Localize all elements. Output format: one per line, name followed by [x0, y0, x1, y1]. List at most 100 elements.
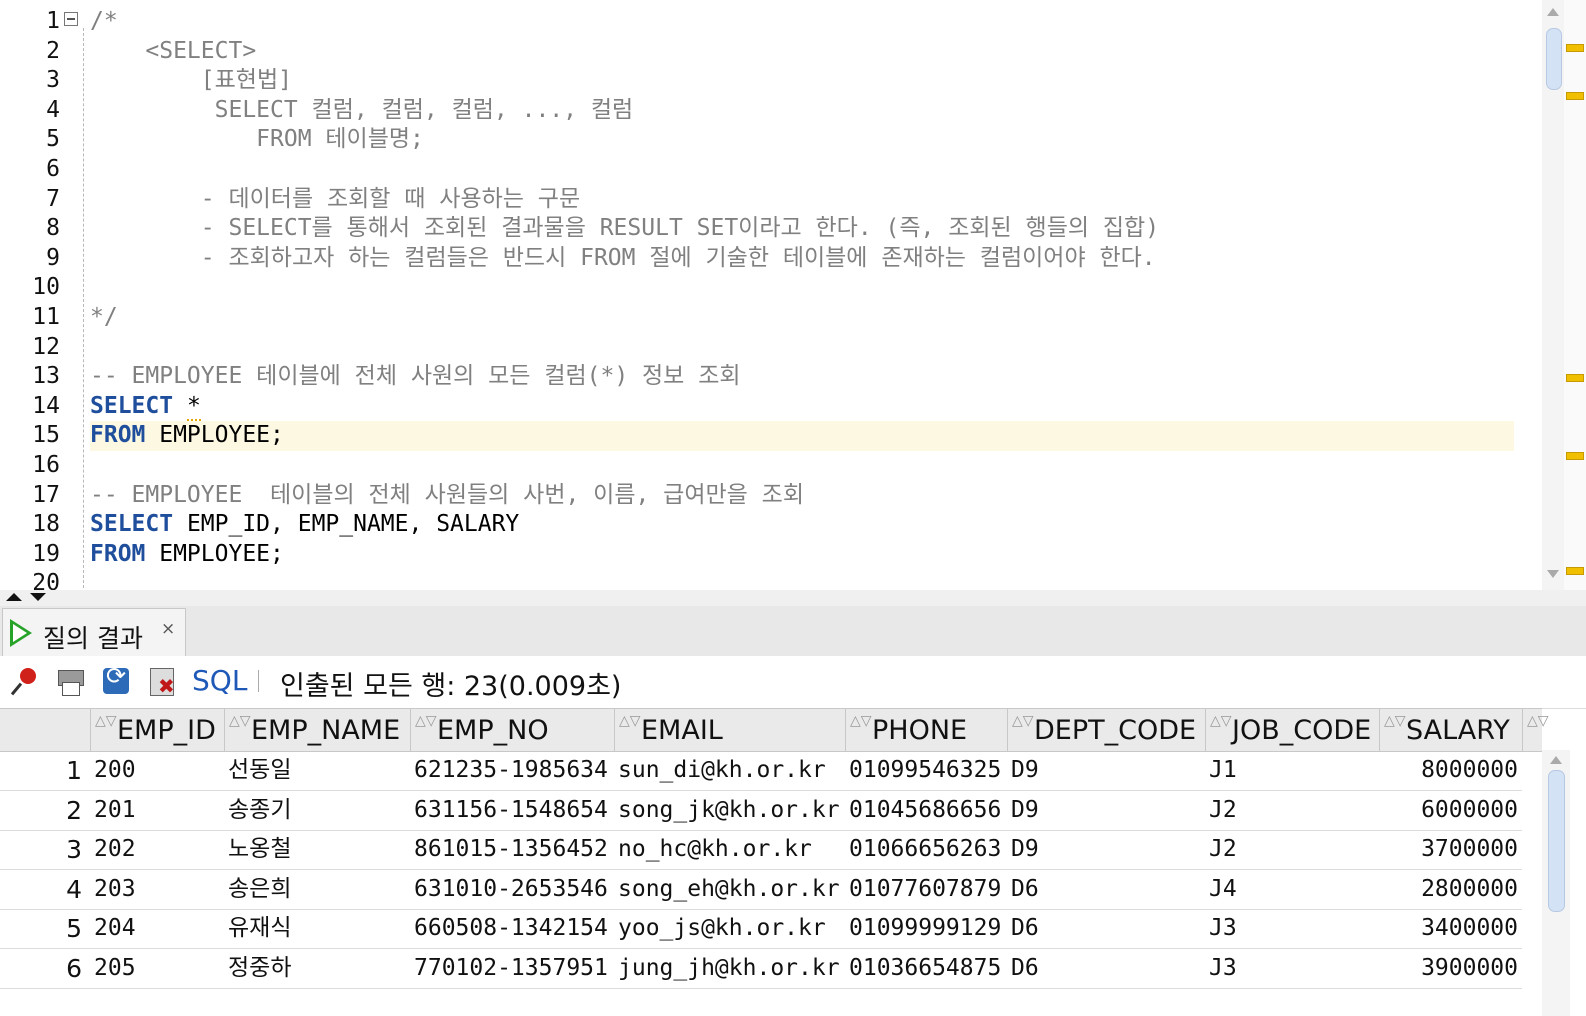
code-line[interactable]: */: [90, 302, 118, 332]
fold-toggle-icon[interactable]: [64, 12, 78, 26]
pane-splitter[interactable]: [0, 590, 1586, 606]
column-header-job-code[interactable]: △▽ JOB_CODE: [1205, 709, 1379, 751]
table-cell[interactable]: J4: [1209, 870, 1375, 909]
table-cell[interactable]: 노옹철: [228, 830, 406, 869]
table-cell[interactable]: song_eh@kh.or.kr: [618, 870, 841, 909]
column-header-emp-name[interactable]: △▽ EMP_NAME: [224, 709, 410, 751]
table-cell[interactable]: 631010-2653546: [414, 870, 610, 909]
table-cell[interactable]: yoo_js@kh.or.kr: [618, 909, 841, 948]
sort-icon[interactable]: △▽: [95, 714, 117, 743]
code-line[interactable]: SELECT 컬럼, 컬럼, 컬럼, ..., 컬럼: [90, 95, 634, 125]
table-cell[interactable]: 660508-1342154: [414, 909, 610, 948]
table-cell[interactable]: D6: [1011, 909, 1201, 948]
table-row[interactable]: 3 202 노옹철 861015-1356452 no_hc@kh.or.kr 01066…: [0, 830, 1522, 871]
sort-icon[interactable]: △▽: [1384, 714, 1406, 743]
table-cell[interactable]: 8000000: [1383, 751, 1518, 790]
table-cell[interactable]: 200: [94, 751, 220, 790]
table-cell[interactable]: 205: [94, 949, 220, 988]
table-cell[interactable]: 861015-1356452: [414, 830, 610, 869]
table-cell[interactable]: J2: [1209, 791, 1375, 830]
code-line[interactable]: -- EMPLOYEE 테이블에 전체 사원의 모든 컬럼(*) 정보 조회: [90, 361, 741, 391]
table-row[interactable]: 5 204 유재식 660508-1342154 yoo_js@kh.or.kr 0109…: [0, 909, 1522, 950]
code-line[interactable]: -- EMPLOYEE 테이블의 전체 사원들의 사번, 이름, 급여만을 조회: [90, 480, 804, 510]
editor-vertical-scrollbar[interactable]: [1542, 0, 1564, 590]
table-cell[interactable]: 01077607879: [849, 870, 1003, 909]
scroll-thumb[interactable]: [1548, 770, 1565, 912]
warning-marker[interactable]: [1566, 452, 1584, 460]
table-cell[interactable]: 203: [94, 870, 220, 909]
table-row[interactable]: 2 201 송종기 631156-1548654 song_jk@kh.or.kr 010…: [0, 791, 1522, 831]
table-cell[interactable]: 01099999129: [849, 909, 1003, 948]
tab-query-result[interactable]: 질의 결과 ×: [2, 608, 186, 657]
sort-icon[interactable]: △▽: [1527, 714, 1549, 743]
table-cell[interactable]: 770102-1357951: [414, 949, 610, 988]
sort-icon[interactable]: △▽: [415, 714, 437, 743]
collapse-down-icon[interactable]: [30, 593, 46, 601]
code-line[interactable]: SELECT *: [90, 391, 201, 421]
code-line[interactable]: [표현법]: [90, 65, 292, 95]
row-number[interactable]: 1: [0, 751, 82, 790]
scroll-thumb[interactable]: [1546, 28, 1562, 90]
table-cell[interactable]: 송종기: [228, 791, 406, 830]
warning-marker[interactable]: [1566, 374, 1584, 382]
table-cell[interactable]: 선동일: [228, 751, 406, 790]
sql-button[interactable]: SQL: [192, 664, 247, 697]
table-row[interactable]: 1 200 선동일 621235-1985634 sun_di@kh.or.kr 0109…: [0, 751, 1522, 791]
table-cell[interactable]: J3: [1209, 949, 1375, 988]
table-cell[interactable]: 01045686656: [849, 791, 1003, 830]
code-line[interactable]: /*: [90, 6, 118, 36]
table-cell[interactable]: 631156-1548654: [414, 791, 610, 830]
sort-icon[interactable]: △▽: [619, 714, 641, 743]
table-cell[interactable]: 6000000: [1383, 791, 1518, 830]
table-cell[interactable]: D6: [1011, 949, 1201, 988]
column-header-salary[interactable]: △▽ SALARY: [1379, 709, 1522, 751]
table-row[interactable]: 4 203 송은희 631010-2653546 song_eh@kh.or.kr 010…: [0, 870, 1522, 910]
results-grid[interactable]: △▽ EMP_ID △▽ EMP_NAME △▽ EMP_NO △▽ EMAIL △▽ PHONE…: [0, 708, 1586, 1016]
row-number[interactable]: 3: [0, 830, 82, 869]
scroll-up-arrow-icon[interactable]: [1550, 756, 1562, 764]
column-header-emp-id[interactable]: △▽ EMP_ID: [90, 709, 224, 751]
row-number[interactable]: 6: [0, 949, 82, 988]
table-cell[interactable]: 621235-1985634: [414, 751, 610, 790]
table-cell[interactable]: 201: [94, 791, 220, 830]
table-cell[interactable]: 송은희: [228, 870, 406, 909]
sort-icon[interactable]: △▽: [229, 714, 251, 743]
clear-results-icon[interactable]: [146, 664, 178, 698]
row-number[interactable]: 2: [0, 791, 82, 830]
table-cell[interactable]: D6: [1011, 870, 1201, 909]
table-cell[interactable]: 202: [94, 830, 220, 869]
collapse-up-icon[interactable]: [6, 593, 22, 601]
table-cell[interactable]: 3400000: [1383, 909, 1518, 948]
table-cell[interactable]: 01099546325: [849, 751, 1003, 790]
table-cell[interactable]: J3: [1209, 909, 1375, 948]
table-cell[interactable]: jung_jh@kh.or.kr: [618, 949, 841, 988]
row-number[interactable]: 4: [0, 870, 82, 909]
column-header-phone[interactable]: △▽ PHONE: [845, 709, 1007, 751]
sort-icon[interactable]: △▽: [1210, 714, 1232, 743]
more-columns-header[interactable]: △▽: [1522, 709, 1549, 751]
scroll-up-arrow-icon[interactable]: [1547, 8, 1559, 16]
code-line[interactable]: FROM EMPLOYEE;: [90, 420, 284, 450]
print-icon[interactable]: [54, 664, 86, 698]
pin-icon[interactable]: [10, 664, 42, 698]
code-line[interactable]: FROM EMPLOYEE;: [90, 539, 284, 569]
table-row[interactable]: 6 205 정중하 770102-1357951 jung_jh@kh.or.kr 010…: [0, 949, 1522, 989]
table-cell[interactable]: 3900000: [1383, 949, 1518, 988]
scroll-down-arrow-icon[interactable]: [1547, 570, 1559, 578]
column-header-emp-no[interactable]: △▽ EMP_NO: [410, 709, 614, 751]
table-cell[interactable]: 3700000: [1383, 830, 1518, 869]
code-line[interactable]: SELECT EMP_ID, EMP_NAME, SALARY: [90, 509, 519, 539]
table-cell[interactable]: 01036654875: [849, 949, 1003, 988]
grid-vertical-scrollbar[interactable]: [1542, 750, 1570, 1016]
table-cell[interactable]: J2: [1209, 830, 1375, 869]
table-cell[interactable]: D9: [1011, 830, 1201, 869]
code-line[interactable]: - 조회하고자 하는 컬럼들은 반드시 FROM 절에 기술한 테이블에 존재하…: [90, 243, 1156, 273]
warning-marker[interactable]: [1566, 567, 1584, 575]
table-cell[interactable]: 2800000: [1383, 870, 1518, 909]
warning-marker[interactable]: [1566, 92, 1584, 100]
column-header-email[interactable]: △▽ EMAIL: [614, 709, 845, 751]
sql-editor[interactable]: 1 2 3 4 5 6 7 8 9 10 11 12 13 14 15 16 17 18 19 20 /* <SELE…: [0, 0, 1586, 597]
table-cell[interactable]: 204: [94, 909, 220, 948]
table-cell[interactable]: 정중하: [228, 949, 406, 988]
table-cell[interactable]: song_jk@kh.or.kr: [618, 791, 841, 830]
